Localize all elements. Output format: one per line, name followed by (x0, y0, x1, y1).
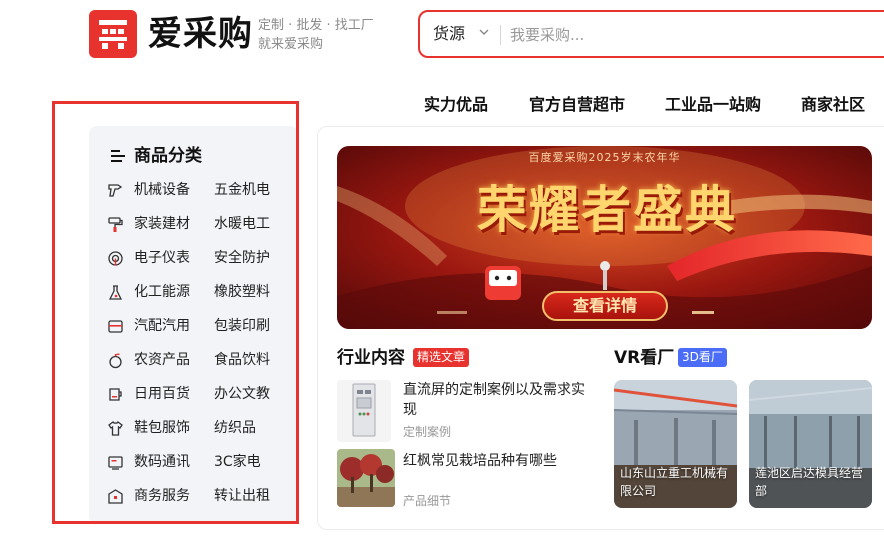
search-category-select[interactable]: 货源 (433, 24, 465, 44)
category-title-text: 商品分类 (134, 146, 202, 166)
category-link[interactable]: 数码通讯 (134, 451, 190, 473)
car-box-icon (108, 320, 123, 333)
category-link[interactable]: 橡胶塑料 (214, 281, 270, 303)
industry-badge: 精选文章 (413, 348, 470, 367)
promo-banner[interactable]: 百度爱采购2025岁末农年华 荣耀者盛典 查看详情 (337, 146, 872, 329)
category-link[interactable]: 包装印刷 (214, 315, 270, 337)
slogan-line1: 定制 · 批发 · 找工厂 (258, 18, 374, 33)
category-link[interactable]: 鞋包服饰 (134, 417, 190, 439)
slogan-line2: 就来爱采购 (258, 37, 324, 52)
cup-icon (109, 388, 122, 401)
monitor-icon (108, 456, 123, 470)
chevron-down-icon[interactable] (478, 26, 490, 38)
factory-name: 山东山立重工机械有限公司 (620, 466, 729, 498)
nav-item-gongye[interactable]: 工业品一站购 (665, 94, 761, 116)
search-bar: 货源 (418, 10, 884, 58)
factory-name: 莲池区启达模具经营部 (755, 466, 864, 498)
factory-card[interactable]: 山东山立重工机械有限公司 (614, 380, 737, 508)
briefcase-icon (108, 489, 123, 504)
article-tag: 定制案例 (403, 425, 452, 439)
search-divider (500, 25, 501, 45)
vr-badge: 3D看厂 (678, 348, 727, 367)
banner-title: 荣耀者盛典 (477, 180, 737, 239)
category-link[interactable]: 安全防护 (214, 247, 270, 269)
signal-icon (108, 251, 123, 266)
article-thumbnail[interactable] (337, 380, 391, 442)
view-details-button[interactable]: 查看详情 (542, 291, 668, 321)
category-link[interactable]: 五金机电 (214, 179, 270, 201)
category-link[interactable]: 食品饮料 (214, 349, 270, 371)
search-input[interactable] (510, 23, 870, 47)
shirt-icon (108, 420, 123, 436)
category-link[interactable]: 机械设备 (134, 179, 190, 201)
banner-subtitle: 百度爱采购2025岁末农年华 (528, 151, 681, 164)
article-title[interactable]: 直流屏的定制案例以及需求实现 (403, 380, 593, 420)
category-link[interactable]: 电子仪表 (134, 247, 190, 269)
category-link[interactable]: 水暖电工 (214, 213, 270, 235)
cabinet-image (352, 383, 376, 437)
industry-title[interactable]: 行业内容 (337, 347, 405, 369)
category-link[interactable]: 化工能源 (134, 281, 190, 303)
nav-item-shequ[interactable]: 商家社区 (801, 94, 865, 116)
category-link[interactable]: 转让出租 (214, 485, 270, 507)
maple-tree-image (337, 449, 395, 507)
category-link[interactable]: 纺织品 (214, 417, 256, 439)
category-link[interactable]: 家装建材 (134, 213, 190, 235)
category-link[interactable]: 3C家电 (214, 451, 261, 473)
logo-icon[interactable] (89, 10, 137, 58)
category-link[interactable]: 汽配汽用 (134, 315, 190, 337)
drill-icon (108, 184, 123, 197)
factory-card[interactable]: 莲池区启达模具经营部 (749, 380, 872, 508)
article-tag: 产品细节 (403, 494, 452, 508)
article-title[interactable]: 红枫常见栽培品种有哪些 (403, 451, 593, 471)
mascot-icon (485, 266, 521, 300)
category-link[interactable]: 商务服务 (134, 485, 190, 507)
nav-item-ziying[interactable]: 官方自营超市 (529, 94, 625, 116)
paint-roller-icon (108, 217, 123, 232)
logo-text[interactable]: 爱采购 (148, 11, 253, 57)
slogan: 定制 · 批发 · 找工厂 就来爱采购 (258, 16, 374, 54)
article-thumbnail[interactable] (337, 449, 395, 507)
category-link[interactable]: 日用百货 (134, 383, 190, 405)
vr-title[interactable]: VR看厂 (614, 347, 674, 369)
fruit-icon (109, 353, 122, 369)
category-link[interactable]: 农资产品 (134, 349, 190, 371)
category-link[interactable]: 办公文教 (214, 383, 270, 405)
nav-item-shili[interactable]: 实力优品 (424, 94, 488, 116)
flask-icon (108, 285, 123, 300)
menu-icon (111, 150, 125, 162)
